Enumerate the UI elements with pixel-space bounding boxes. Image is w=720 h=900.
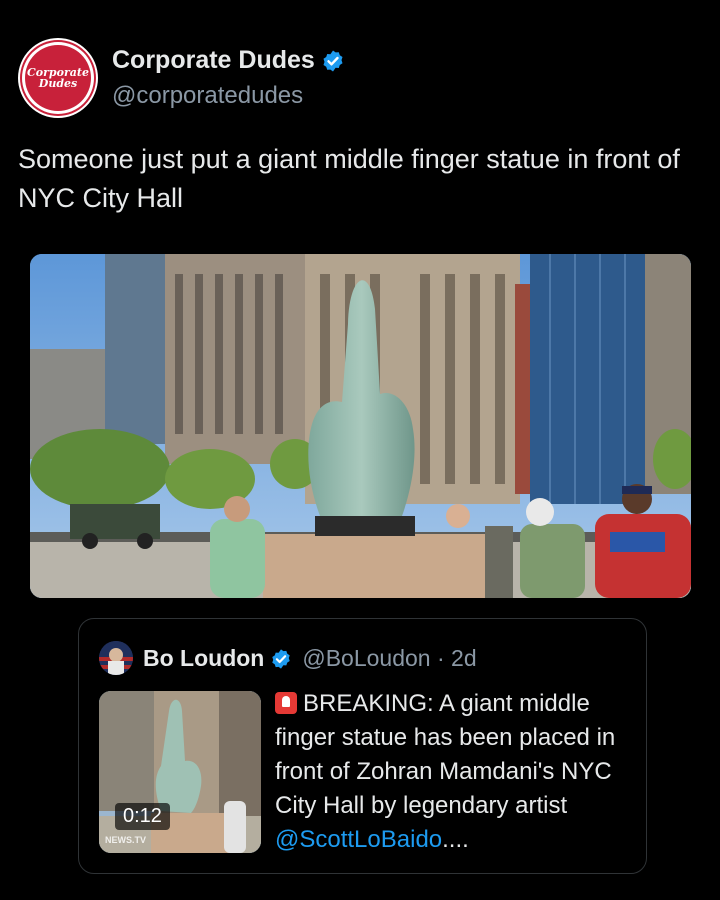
thumbnail-watermark: NEWS.TV xyxy=(105,835,147,845)
verified-badge-icon xyxy=(272,648,291,669)
author-name-row: Corporate Dudes xyxy=(112,46,345,75)
author-handle[interactable]: @corporatedudes xyxy=(112,82,303,110)
avatar-logo: Corporate Dudes xyxy=(25,45,91,111)
quoted-tweet-card[interactable]: Bo Loudon @BoLoudon · 2d 0:12 NEWS.TV BR… xyxy=(78,618,647,874)
author-avatar[interactable]: Corporate Dudes xyxy=(18,38,98,118)
verified-badge-icon xyxy=(323,50,343,71)
author-display-name[interactable]: Corporate Dudes xyxy=(112,46,315,75)
mention-link[interactable]: @ScottLoBaido xyxy=(275,826,442,853)
tweet-text: Someone just put a giant middle finger s… xyxy=(18,144,680,213)
quoted-name-row: Bo Loudon @BoLoudon · 2d xyxy=(143,645,477,672)
rotating-light-icon xyxy=(275,692,297,714)
statue-photo xyxy=(30,254,691,598)
quoted-handle-time[interactable]: @BoLoudon · 2d xyxy=(302,645,476,672)
quoted-tweet-text: BREAKING: A giant middle finger statue h… xyxy=(275,690,616,853)
tweet-media-image[interactable] xyxy=(30,254,691,598)
quoted-display-name[interactable]: Bo Loudon xyxy=(143,645,264,672)
quoted-video-thumbnail[interactable]: 0:12 NEWS.TV xyxy=(99,691,261,853)
quoted-author-avatar[interactable] xyxy=(99,641,133,675)
video-duration: 0:12 xyxy=(115,803,170,830)
